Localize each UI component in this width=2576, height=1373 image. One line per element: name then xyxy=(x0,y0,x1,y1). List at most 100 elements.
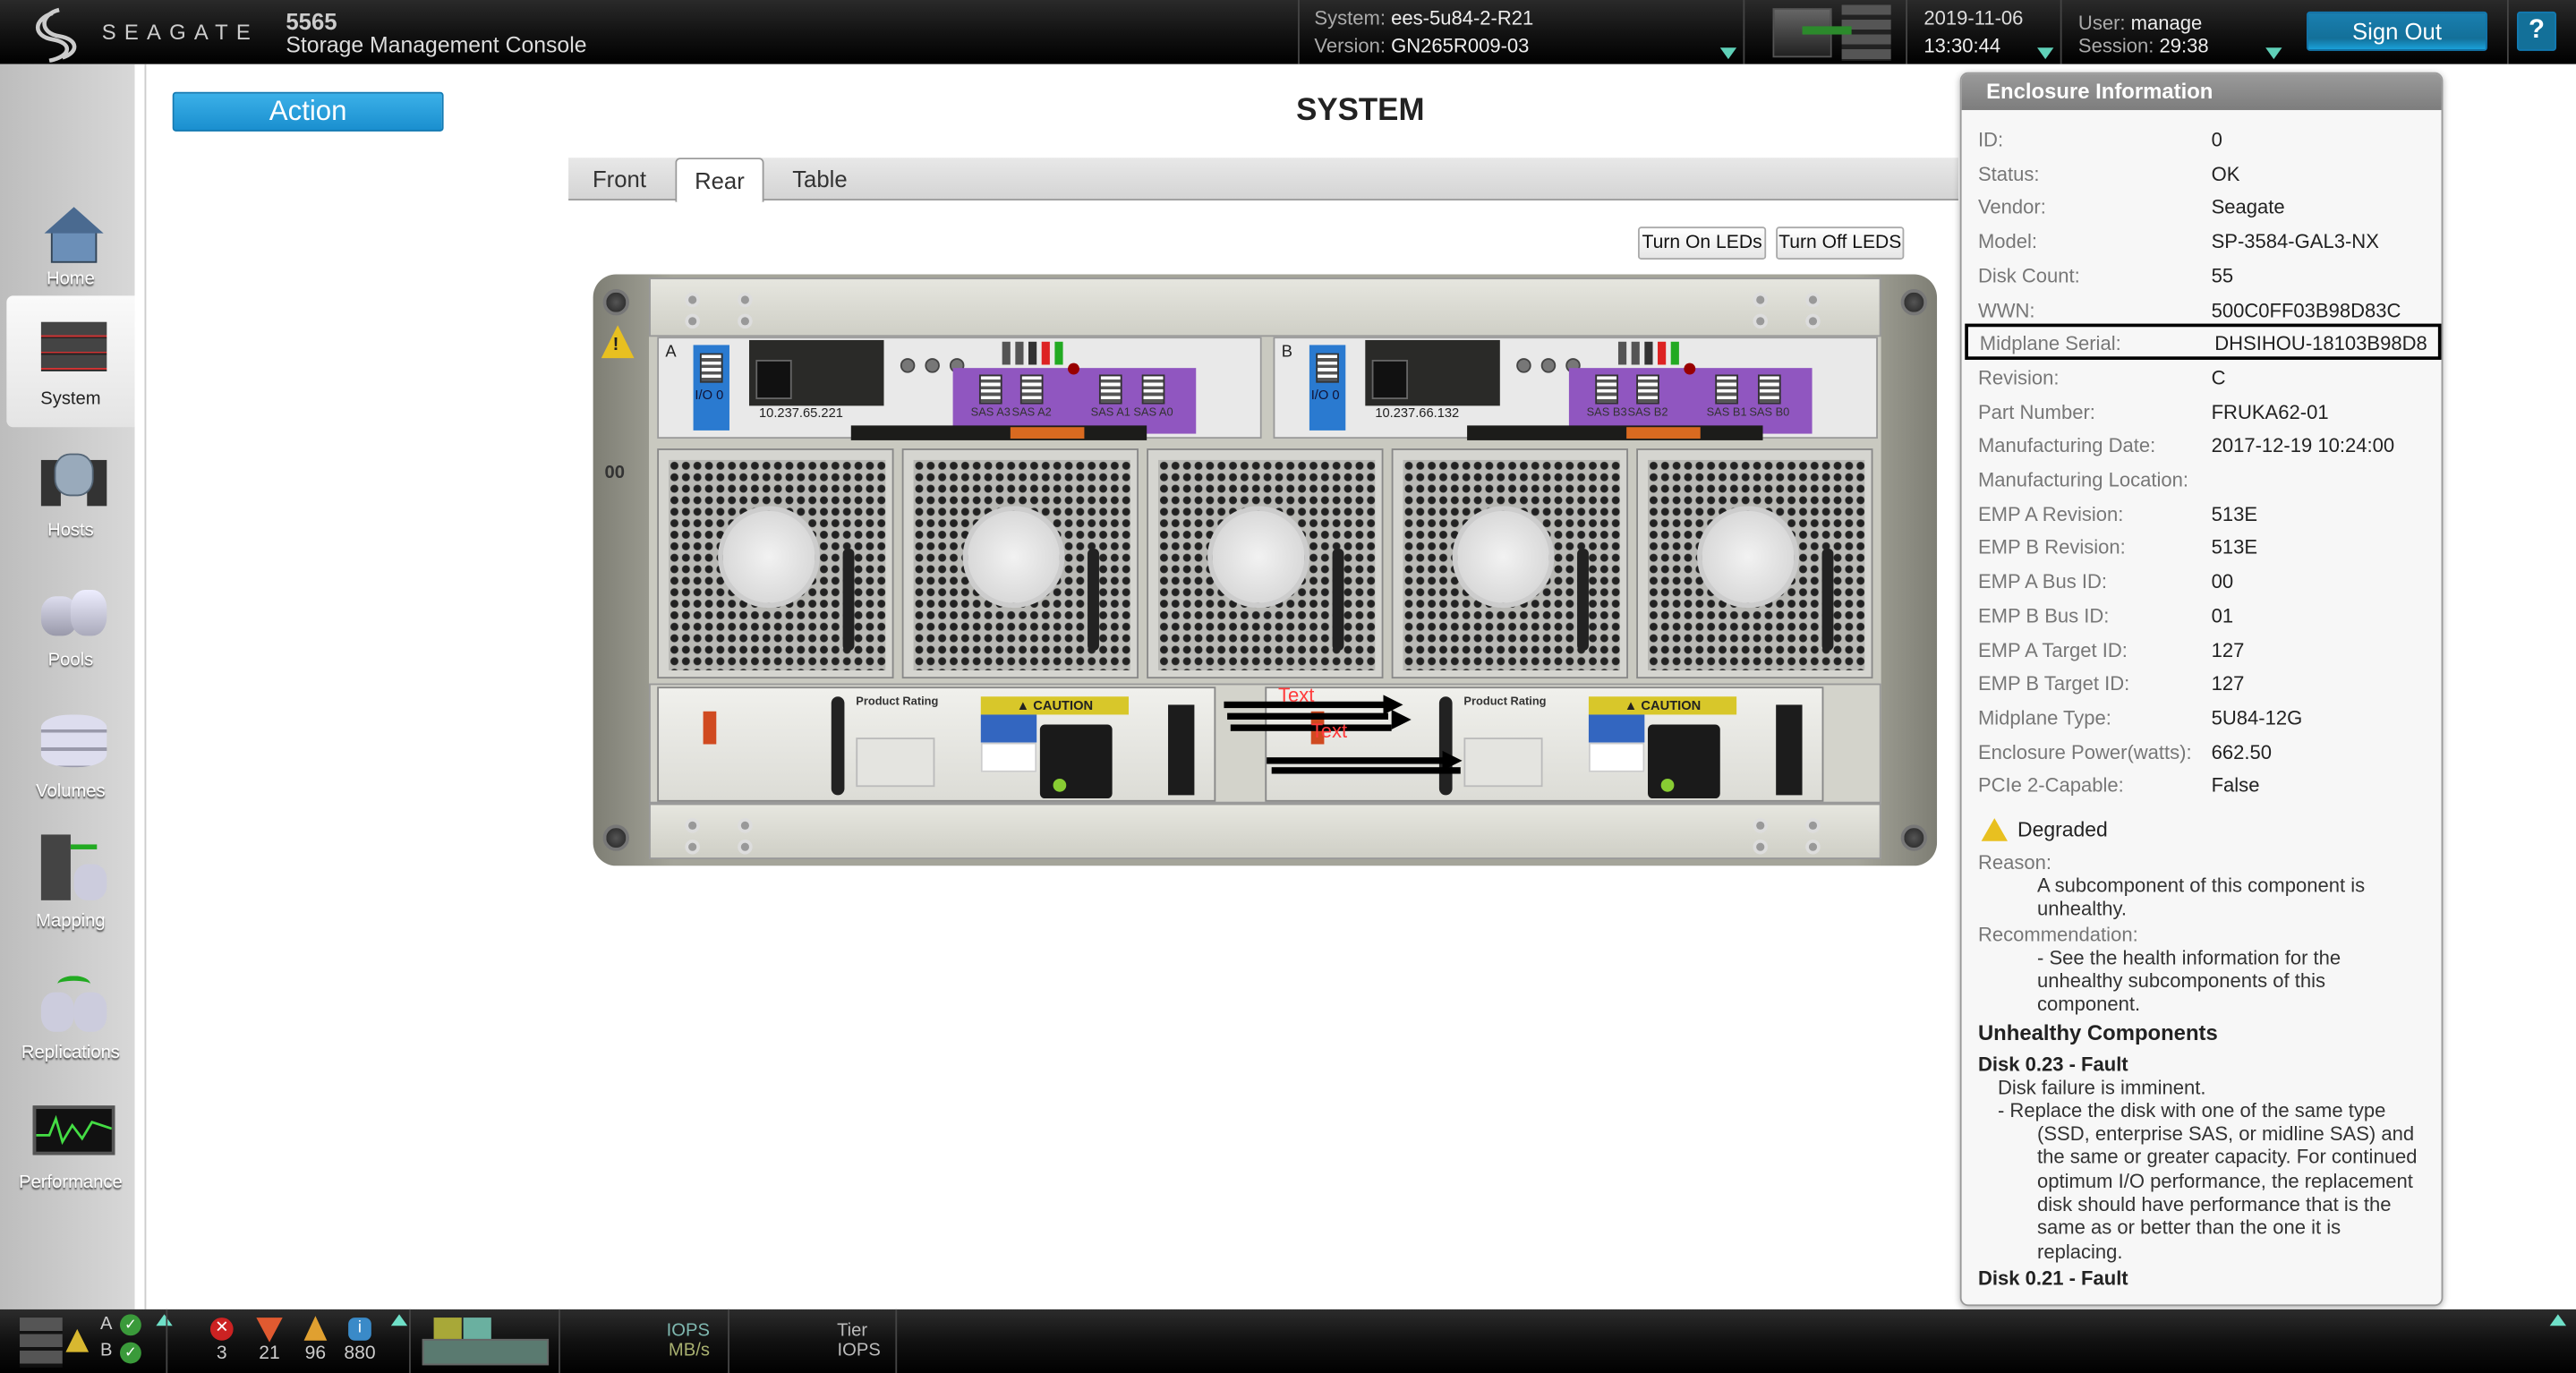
sidebar-item-system[interactable]: System xyxy=(6,295,135,428)
fan-module[interactable] xyxy=(1147,448,1384,679)
fan-handle xyxy=(1088,549,1099,651)
sas-port-icon[interactable] xyxy=(1019,374,1044,405)
info-value: 00 xyxy=(2211,570,2234,593)
system-icon xyxy=(40,321,107,381)
thumbscrew-icon xyxy=(602,824,629,851)
version-label: Version: xyxy=(1314,34,1386,58)
fan-module[interactable] xyxy=(1391,448,1628,679)
session-label: Session: xyxy=(2077,34,2154,58)
capacity-graph[interactable] xyxy=(422,1338,550,1366)
warning-icon[interactable] xyxy=(303,1316,328,1341)
info-row: Model: SP-3584-GAL3-NX xyxy=(1978,226,2438,259)
help-button[interactable]: ? xyxy=(2516,11,2557,51)
user-label: User: xyxy=(2077,11,2126,35)
sidebar-item-label: Pools xyxy=(47,650,94,670)
recommendation-line: component. xyxy=(2037,992,2141,1016)
sidebar-item-volumes[interactable]: Volumes xyxy=(6,688,134,816)
expand-up-icon[interactable] xyxy=(390,1314,408,1326)
view-tabs: Front Rear Table xyxy=(568,158,1958,202)
user-expand-icon[interactable] xyxy=(2265,47,2282,60)
sas-port-icon[interactable] xyxy=(1595,374,1618,405)
sas-port-icon[interactable] xyxy=(978,374,1002,405)
sidebar-item-pools[interactable]: Pools xyxy=(6,557,134,685)
component-recommendation-line: replacing. xyxy=(2037,1239,2123,1263)
enclosure-status-icon[interactable] xyxy=(20,1318,63,1368)
turn-on-leds-button[interactable]: Turn On LEDs xyxy=(1637,226,1767,260)
sas-port-icon[interactable] xyxy=(1636,374,1659,405)
sidebar-item-replications[interactable]: Replications xyxy=(6,950,134,1078)
sidebar-item-performance[interactable]: Performance xyxy=(6,1079,134,1207)
info-row: Manufacturing Date: 2017-12-19 10:24:00 xyxy=(1978,430,2438,463)
warning-text-area xyxy=(1588,742,1645,772)
error-icon[interactable] xyxy=(256,1318,283,1343)
info-label: EMP A Bus ID: xyxy=(1977,570,2107,593)
controller-latch[interactable] xyxy=(850,425,1147,440)
component-recommendation-line: same as or better than the one it is xyxy=(2037,1215,2341,1240)
fan-hub-icon xyxy=(1452,506,1555,609)
sas-port-icon[interactable] xyxy=(1098,374,1122,405)
controller-a-label: A xyxy=(99,1314,113,1335)
sas-port-icon[interactable] xyxy=(1757,374,1781,405)
fan-module[interactable] xyxy=(901,448,1139,679)
info-row: EMP B Revision: 513E xyxy=(1978,532,2438,565)
component-recommendation-line: disk should have performance that is the xyxy=(2037,1192,2392,1216)
info-row: EMP B Bus ID: 01 xyxy=(1978,600,2438,633)
power-supply[interactable]: Product Rating ▲ CAUTION xyxy=(657,686,1216,802)
info-row: EMP A Target ID: 127 xyxy=(1978,634,2438,667)
psu-fan-icon xyxy=(1168,704,1195,796)
sas-port-icon[interactable] xyxy=(1715,374,1738,405)
power-inlet-icon xyxy=(1039,724,1113,799)
date: 2019-11-06 xyxy=(1923,6,2024,30)
sidebar-item-hosts[interactable]: Hosts xyxy=(6,427,134,555)
sidebar-item-mapping[interactable]: Mapping xyxy=(6,818,134,946)
datetime-expand-icon[interactable] xyxy=(2037,47,2054,60)
host-connection-icon[interactable] xyxy=(1766,4,1906,61)
ethernet-port-icon[interactable] xyxy=(755,359,792,400)
usb-port-icon[interactable] xyxy=(1316,353,1339,383)
tab-rear[interactable]: Rear xyxy=(675,158,764,202)
turn-off-leds-button[interactable]: Turn Off LEDS xyxy=(1776,226,1905,260)
component-title: Disk 0.23 - Fault xyxy=(1977,1053,2128,1077)
sign-out-button[interactable]: Sign Out xyxy=(2307,11,2487,51)
system-label: System: xyxy=(1314,6,1386,30)
status-led-icon xyxy=(1617,341,1627,365)
expand-up-icon[interactable] xyxy=(2549,1314,2567,1326)
sas-port-label: SAS B2 xyxy=(1627,407,1668,420)
ethernet-port-icon[interactable] xyxy=(1371,359,1409,400)
fan-module[interactable] xyxy=(657,448,894,679)
page-title: SYSTEM xyxy=(1296,93,1425,129)
controller-ip: 10.237.66.132 xyxy=(1375,405,1460,421)
info-row: EMP B Target ID: 127 xyxy=(1978,668,2438,701)
model-number: 5565 xyxy=(286,8,337,35)
controller-a-ok-icon: ✓ xyxy=(119,1314,141,1336)
app-title: Storage Management Console xyxy=(286,32,587,58)
expand-up-icon[interactable] xyxy=(156,1314,173,1326)
psu-fan-icon xyxy=(1776,704,1803,796)
degraded-warning-icon xyxy=(1981,818,2008,841)
annotation-arrow xyxy=(1267,757,1448,764)
system-expand-icon[interactable] xyxy=(1719,47,1737,60)
session-value: 29:38 xyxy=(2159,34,2209,58)
usb-port-icon[interactable] xyxy=(699,353,723,383)
tab-table[interactable]: Table xyxy=(772,158,867,200)
critical-icon[interactable]: ✕ xyxy=(209,1318,234,1341)
tab-front[interactable]: Front xyxy=(568,158,670,200)
info-value: 5U84-12G xyxy=(2211,706,2303,729)
led-icon xyxy=(1516,358,1531,373)
sas-port-icon[interactable] xyxy=(1141,374,1165,405)
fault-led-icon xyxy=(1068,362,1079,375)
psu-switch-icon xyxy=(703,711,717,745)
info-label: EMP B Target ID: xyxy=(1977,672,2130,695)
user-value: manage xyxy=(2130,11,2203,35)
info-label: Manufacturing Location: xyxy=(1977,468,2189,491)
action-button[interactable]: Action xyxy=(172,91,444,132)
product-rating-label: Product Rating xyxy=(856,696,939,709)
info-label: PCIe 2-Capable: xyxy=(1977,774,2124,797)
component-title: Disk 0.21 - Fault xyxy=(1977,1266,2128,1290)
info-value: False xyxy=(2211,774,2260,797)
info-icon[interactable]: i xyxy=(348,1318,371,1341)
info-label: Disk Count: xyxy=(1977,264,2080,287)
recommendation-label: Recommendation: xyxy=(1977,923,2138,947)
fan-module[interactable] xyxy=(1636,448,1873,679)
controller-latch[interactable] xyxy=(1467,425,1763,440)
